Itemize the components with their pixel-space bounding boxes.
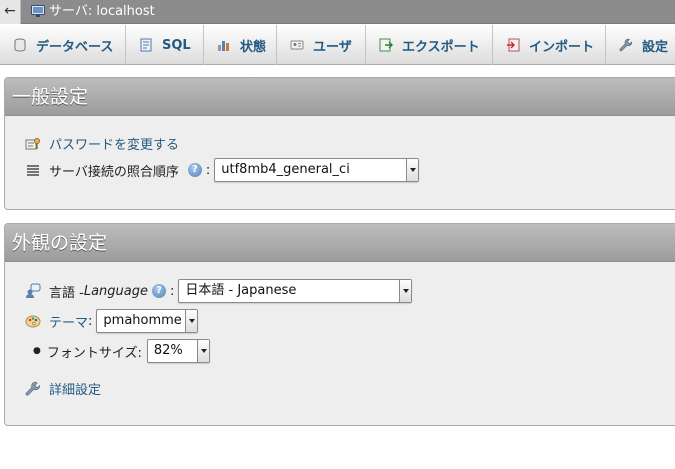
tab-export[interactable]: エクスポート <box>366 25 493 65</box>
theme-row: テーマ : pmahomme <box>25 309 199 333</box>
tab-settings[interactable]: 設定 <box>606 25 675 65</box>
key-icon <box>25 137 40 149</box>
wrench-icon <box>25 381 40 395</box>
theme-value: pmahomme <box>103 313 182 328</box>
help-icon[interactable]: ? <box>151 284 166 298</box>
collation-label: サーバ接続の照合順序 <box>49 164 179 180</box>
tab-databases[interactable]: データベース <box>0 25 126 65</box>
theme-link[interactable]: テーマ <box>49 312 88 331</box>
panel-title: 一般設定 <box>12 86 89 108</box>
change-password-row: パスワードを変更する <box>25 134 179 153</box>
language-label-en: Language <box>83 283 148 299</box>
language-value: 日本語 - Japanese <box>185 283 297 298</box>
general-settings-panel: 一般設定 パスワードを変更する サーバ接続の照合順序 ? : utf8mb4_g… <box>4 77 675 210</box>
appearance-settings-panel: 外観の設定 言語 - Language ? : 日本語 - Japanese テ… <box>4 223 675 426</box>
chevron-down-icon <box>406 159 419 181</box>
status-icon <box>218 41 229 51</box>
language-select[interactable]: 日本語 - Japanese <box>178 279 413 303</box>
collation-select[interactable]: utf8mb4_general_ci <box>214 158 420 182</box>
font-size-label: フォントサイズ: <box>46 345 142 361</box>
server-breadcrumb[interactable]: サーバ: localhost <box>49 3 155 20</box>
colon: : <box>205 162 211 178</box>
language-icon <box>26 283 41 298</box>
chevron-down-icon <box>185 310 198 332</box>
collation-value: utf8mb4_general_ci <box>221 162 350 177</box>
tab-import[interactable]: インポート <box>493 25 606 65</box>
tab-label: ユーザ <box>313 39 352 55</box>
font-size-value: 82% <box>153 343 183 358</box>
font-size-select[interactable]: 82% <box>146 339 210 363</box>
chevron-down-icon <box>196 340 209 362</box>
more-settings-link[interactable]: 詳細設定 <box>49 379 101 398</box>
colon: : <box>88 313 93 329</box>
wrench-icon <box>619 38 633 52</box>
export-icon <box>379 38 393 52</box>
users-icon <box>290 40 304 50</box>
font-size-row: ● フォントサイズ: 82% <box>33 339 210 363</box>
tab-sql[interactable]: SQL <box>126 25 204 65</box>
list-icon <box>27 165 39 176</box>
theme-select[interactable]: pmahomme <box>96 309 199 333</box>
main-tab-bar: データベース SQL 状態 ユーザ エクスポート インポート 設定 <box>0 25 675 65</box>
panel-header: 外観の設定 <box>5 224 675 262</box>
panel-header: 一般設定 <box>5 78 675 116</box>
server-icon <box>31 5 45 17</box>
server-bar: ← サーバ: localhost <box>0 0 675 24</box>
colon: : <box>169 283 175 299</box>
import-icon <box>507 38 520 52</box>
tab-label: SQL <box>162 37 191 53</box>
change-password-link[interactable]: パスワードを変更する <box>49 134 179 153</box>
tab-status[interactable]: 状態 <box>204 25 277 65</box>
tab-label: 状態 <box>240 39 267 55</box>
bullet-icon: ● <box>33 346 41 356</box>
tab-label: データベース <box>36 39 114 55</box>
tab-label: インポート <box>529 39 595 55</box>
more-settings-row: 詳細設定 <box>25 379 101 398</box>
palette-icon <box>25 315 41 328</box>
language-row: 言語 - Language ? : 日本語 - Japanese <box>25 279 413 303</box>
language-label: 言語 - <box>49 285 84 301</box>
tab-users[interactable]: ユーザ <box>277 25 366 65</box>
back-arrow-icon[interactable]: ← <box>0 0 21 24</box>
sql-icon <box>140 38 152 52</box>
panel-title: 外観の設定 <box>12 232 108 254</box>
help-icon[interactable]: ? <box>187 163 202 177</box>
tab-label: 設定 <box>642 39 669 55</box>
tab-label: エクスポート <box>402 39 480 55</box>
chevron-down-icon <box>399 280 412 302</box>
database-icon <box>14 38 26 52</box>
collation-row: サーバ接続の照合順序 ? : utf8mb4_general_ci <box>25 158 420 182</box>
